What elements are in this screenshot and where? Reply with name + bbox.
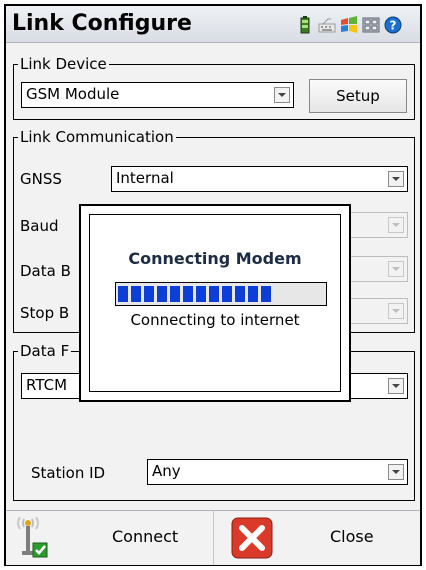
- connecting-modem-dialog: Connecting Modem Connecting to internet: [79, 204, 351, 402]
- gnss-select[interactable]: Internal: [111, 166, 408, 192]
- progress-segment: [170, 286, 180, 302]
- antenna-connect-icon: [17, 517, 48, 558]
- dialog-inner-border: Connecting Modem Connecting to internet: [89, 214, 341, 392]
- close-button[interactable]: Close: [214, 511, 420, 565]
- chevron-down-icon[interactable]: [388, 171, 404, 187]
- setup-button[interactable]: Setup: [309, 79, 407, 113]
- station-id-select-value: Any: [152, 462, 181, 480]
- format-select-value: RTCM: [26, 376, 68, 394]
- chevron-down-icon[interactable]: [274, 87, 290, 103]
- link-communication-legend: Link Communication: [18, 128, 176, 146]
- data-format-legend: Data F: [18, 342, 72, 360]
- connect-button-label: Connect: [112, 527, 179, 546]
- battery-icon[interactable]: [296, 16, 314, 34]
- progress-segment: [157, 286, 167, 302]
- data-bits-label: Data B: [20, 262, 71, 280]
- setup-button-label: Setup: [336, 87, 380, 105]
- progress-fill: [118, 286, 324, 302]
- link-device-legend: Link Device: [18, 55, 109, 73]
- progress-segment: [196, 286, 206, 302]
- task-manager-icon[interactable]: [362, 16, 380, 34]
- progress-segment: [222, 286, 232, 302]
- keyboard-icon[interactable]: [318, 16, 336, 34]
- link-device-group: Link Device GSM Module Setup: [13, 55, 415, 120]
- baud-label: Baud: [20, 217, 59, 235]
- app-window: Link Configure ? Link Device GSM Module …: [4, 4, 422, 566]
- svg-text:?: ?: [390, 19, 397, 33]
- chevron-down-icon[interactable]: [388, 217, 404, 233]
- device-select-value: GSM Module: [26, 85, 120, 103]
- progress-segment: [144, 286, 154, 302]
- bottom-action-bar: Connect Close: [6, 510, 420, 565]
- window-title: Link Configure: [12, 11, 192, 36]
- gnss-select-value: Internal: [116, 169, 174, 187]
- progress-segment: [209, 286, 219, 302]
- progress-segment: [261, 286, 271, 302]
- station-id-select[interactable]: Any: [147, 459, 408, 485]
- close-icon: [231, 517, 273, 559]
- connection-progress-bar: [115, 282, 327, 306]
- chevron-down-icon[interactable]: [388, 261, 404, 277]
- dialog-title: Connecting Modem: [128, 249, 302, 268]
- chevron-down-icon[interactable]: [388, 464, 404, 480]
- device-select[interactable]: GSM Module: [21, 82, 294, 108]
- title-bar: Link Configure ?: [6, 6, 420, 43]
- station-id-label: Station ID: [31, 464, 106, 482]
- help-icon[interactable]: ?: [384, 16, 402, 34]
- progress-segment: [248, 286, 258, 302]
- stop-bits-label: Stop B: [20, 304, 70, 322]
- windows-start-icon[interactable]: [340, 16, 358, 34]
- progress-segment: [183, 286, 193, 302]
- chevron-down-icon[interactable]: [388, 303, 404, 319]
- chevron-down-icon[interactable]: [388, 378, 404, 394]
- gnss-label: GNSS: [20, 170, 62, 188]
- dialog-status-text: Connecting to internet: [130, 311, 300, 329]
- progress-segment: [118, 286, 128, 302]
- close-button-label: Close: [330, 527, 374, 546]
- progress-segment: [235, 286, 245, 302]
- connect-button[interactable]: Connect: [6, 511, 213, 565]
- progress-segment: [131, 286, 141, 302]
